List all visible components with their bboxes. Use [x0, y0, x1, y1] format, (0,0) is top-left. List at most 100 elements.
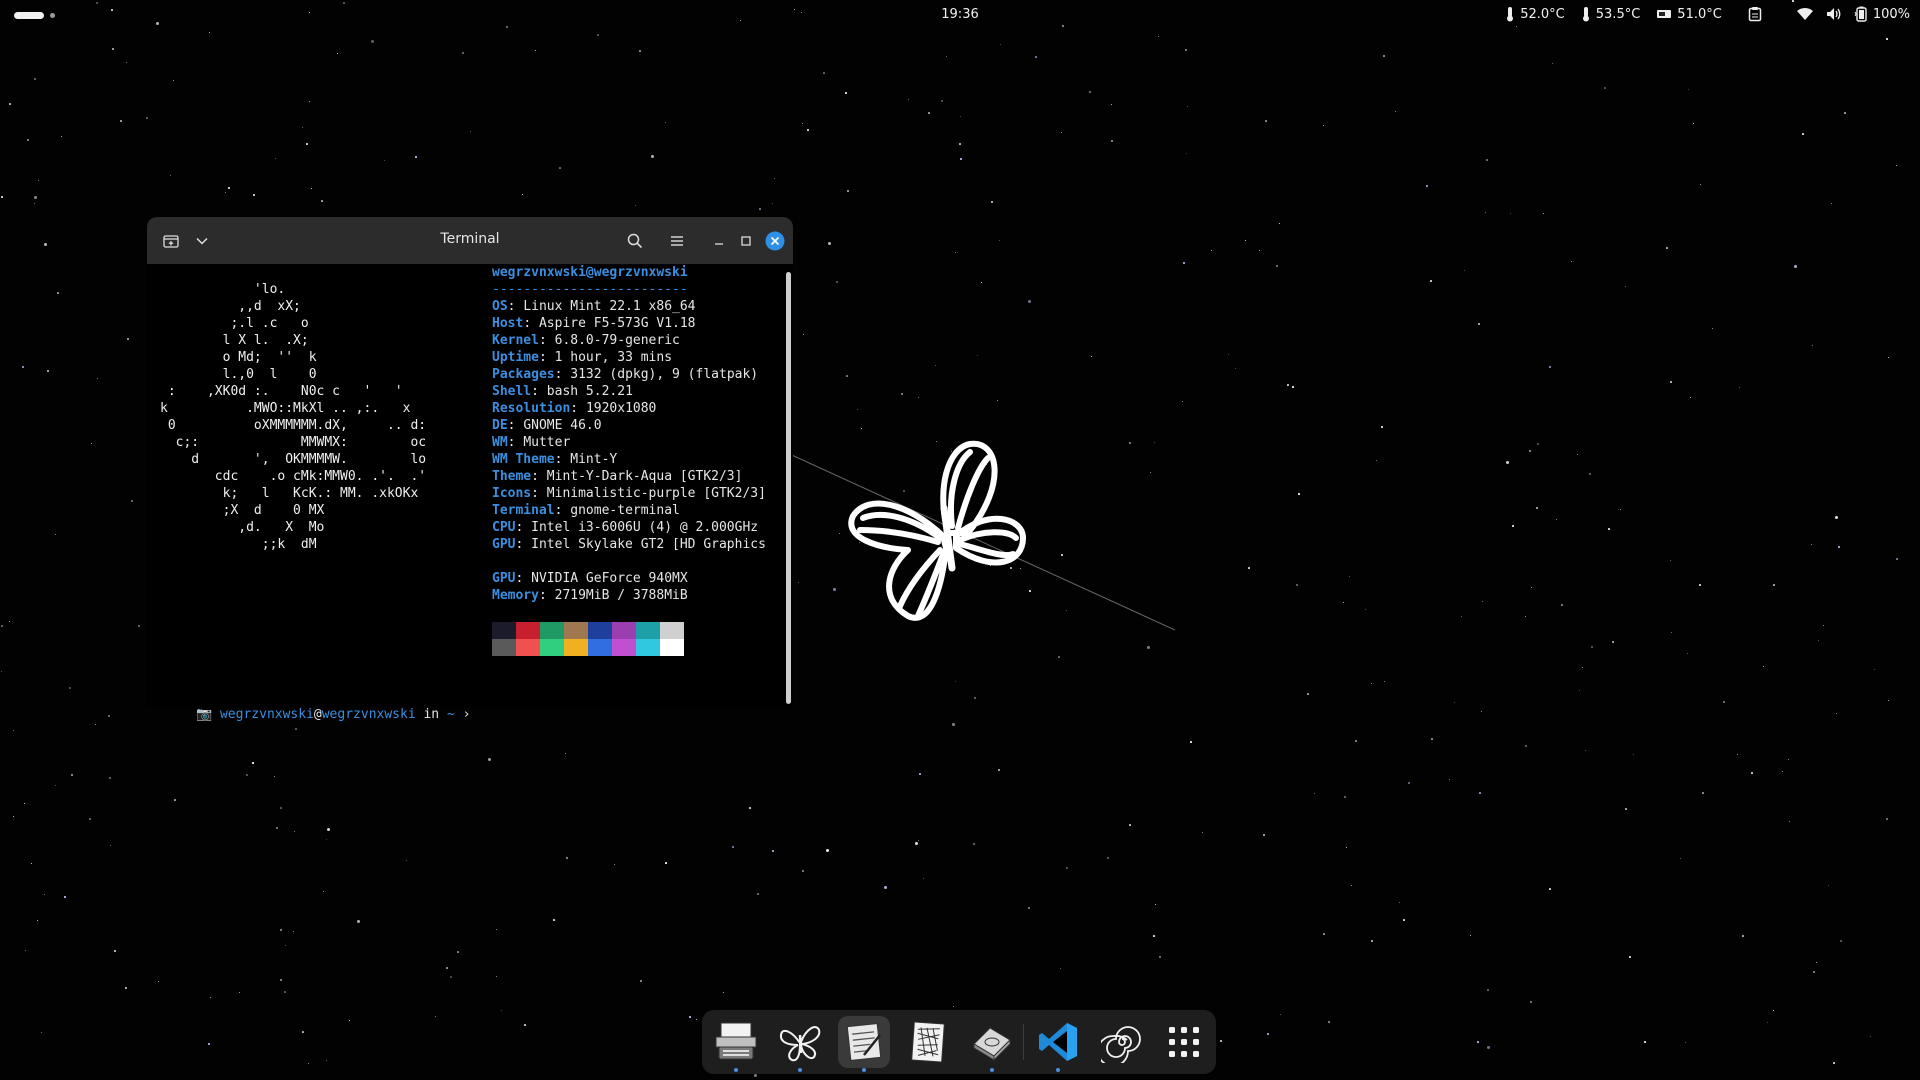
- notepad-icon: [846, 1022, 882, 1062]
- star: [13, 816, 14, 817]
- star: [941, 100, 943, 102]
- star: [772, 850, 774, 852]
- cpu-temp-indicator[interactable]: 52.0°C: [1505, 6, 1565, 22]
- star: [280, 979, 282, 981]
- star: [1670, 381, 1672, 383]
- star: [1211, 250, 1212, 251]
- star: [846, 375, 848, 377]
- star: [1267, 1033, 1269, 1035]
- butterfly-icon: [779, 1026, 821, 1062]
- terminal-scrollbar[interactable]: [786, 272, 791, 704]
- terminal-titlebar[interactable]: Terminal: [147, 217, 793, 264]
- neofetch-info-line: Theme: Mint-Y-Dark-Aqua [GTK2/3]: [492, 469, 743, 484]
- neofetch-info-line: Host: Aspire F5-573G V1.18: [492, 316, 696, 331]
- dock-app-typewriter[interactable]: [710, 1016, 762, 1072]
- neofetch-user-host: wegrzvnxwski@wegrzvnxwski: [492, 265, 688, 280]
- star: [1276, 265, 1278, 267]
- neofetch-info-line: [492, 553, 766, 570]
- info-key: OS: [492, 299, 508, 314]
- star: [1111, 140, 1113, 142]
- search-icon: [627, 233, 643, 249]
- shell-prompt[interactable]: 📷 wegrzvnxwski@wegrzvnxwski in ~ ›: [149, 689, 470, 740]
- terminal-window[interactable]: Terminal 'lo. ,,d xX; ;.l .c o l X l. .X…: [147, 217, 793, 722]
- dock-app-terminal[interactable]: [838, 1016, 890, 1072]
- clipboard-indicator[interactable]: [1748, 6, 1762, 22]
- terminal-body[interactable]: 'lo. ,,d xX; ;.l .c o l X l. .X; o Md; '…: [147, 264, 793, 722]
- star: [1346, 847, 1347, 848]
- star: [826, 849, 829, 852]
- star: [1265, 120, 1267, 122]
- star: [280, 807, 282, 809]
- sensor-temp-indicator[interactable]: 53.5°C: [1581, 6, 1640, 22]
- minimize-icon: [715, 243, 723, 245]
- app-grid-icon: [1169, 1027, 1199, 1057]
- system-tray[interactable]: 52.0°C 53.5°C 51.0°C 100%: [1489, 6, 1910, 22]
- search-button[interactable]: [623, 229, 647, 253]
- star: [1158, 36, 1159, 37]
- star: [1107, 857, 1109, 859]
- star: [723, 992, 724, 993]
- star: [1751, 772, 1753, 774]
- star: [1298, 493, 1300, 495]
- neofetch-info-line: Terminal: gnome-terminal: [492, 503, 680, 518]
- star: [1510, 213, 1511, 214]
- neofetch-info-line: Resolution: 1920x1080: [492, 401, 657, 416]
- star: [1828, 885, 1829, 886]
- star: [1066, 867, 1068, 869]
- hamburger-menu-button[interactable]: [665, 229, 689, 253]
- star: [772, 203, 773, 204]
- star: [146, 117, 148, 119]
- star: [651, 155, 654, 158]
- star: [1228, 354, 1229, 355]
- battery-indicator[interactable]: 100%: [1854, 6, 1910, 22]
- star: [488, 758, 491, 761]
- thermometer-icon: [1507, 7, 1514, 22]
- close-button[interactable]: [763, 229, 787, 253]
- maximize-button[interactable]: [734, 229, 758, 253]
- star: [1431, 738, 1433, 740]
- info-value: Minimalistic-purple [GTK2/3]: [546, 486, 766, 501]
- dock-app-spiral[interactable]: [1096, 1016, 1148, 1068]
- star: [1259, 250, 1260, 251]
- dock-app-drive[interactable]: [966, 1016, 1018, 1072]
- dock-app-butterfly[interactable]: [774, 1016, 826, 1072]
- star: [1591, 646, 1593, 648]
- star: [24, 803, 25, 804]
- star: [1376, 460, 1377, 461]
- star: [435, 1016, 436, 1017]
- color-palette: [492, 622, 684, 656]
- info-key: Resolution: [492, 401, 571, 416]
- info-key: Uptime: [492, 350, 539, 365]
- star: [38, 180, 39, 181]
- star: [1812, 345, 1813, 346]
- star: [857, 409, 858, 410]
- star: [1028, 300, 1031, 303]
- star: [302, 1031, 304, 1033]
- star: [918, 840, 919, 841]
- dock-app-vscode[interactable]: [1032, 1016, 1084, 1072]
- neofetch-info-line: WM Theme: Mint-Y: [492, 452, 618, 467]
- star: [158, 981, 159, 982]
- star: [1577, 454, 1578, 455]
- prompt-at: @: [313, 707, 322, 722]
- star: [170, 175, 171, 176]
- star: [131, 500, 133, 502]
- star: [284, 991, 286, 993]
- dock-app-grid[interactable]: [1158, 1016, 1210, 1068]
- volume-indicator[interactable]: [1826, 7, 1842, 21]
- star: [1287, 384, 1289, 386]
- wifi-indicator[interactable]: [1796, 7, 1814, 21]
- star: [908, 99, 909, 100]
- star: [1, 196, 3, 198]
- minimize-button[interactable]: [707, 229, 731, 253]
- star: [999, 240, 1000, 241]
- star: [1089, 91, 1091, 93]
- gpu-temp-indicator[interactable]: 51.0°C: [1656, 7, 1722, 22]
- star: [935, 365, 936, 366]
- star: [1529, 450, 1531, 452]
- info-value: Mint-Y: [570, 452, 618, 467]
- dock-app-sketch[interactable]: [902, 1016, 954, 1068]
- neofetch-info-line: Icons: Minimalistic-purple [GTK2/3]: [492, 486, 766, 501]
- star: [1351, 885, 1352, 886]
- dock-separator: [1023, 1024, 1024, 1060]
